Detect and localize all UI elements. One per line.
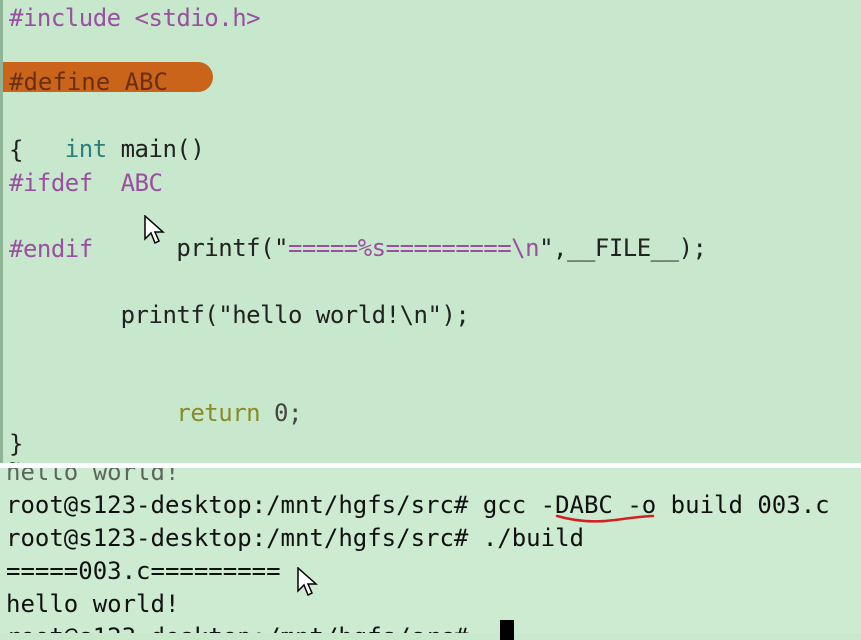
printf-call-start: printf(" <box>64 234 288 262</box>
code-line-return: return 0; <box>9 365 302 427</box>
empty-line-marker: ~ <box>9 455 20 464</box>
terminal-pane[interactable]: hello world! root@s123-desktop:/mnt/hgfs… <box>0 468 861 633</box>
terminal-line-prompt[interactable]: root@s123-desktop:/mnt/hgfs/src# <box>6 621 483 633</box>
code-editor[interactable]: #include <stdio.h> #define ABC int main(… <box>0 0 861 463</box>
terminal-line-gcc-command: root@s123-desktop:/mnt/hgfs/src# gcc -DA… <box>6 491 830 519</box>
terminal-line-hello-output: hello world! <box>6 590 180 618</box>
code-line-printf-hello: printf("hello world!\n"); <box>9 301 470 329</box>
format-string: =====%s=========\n <box>287 234 540 262</box>
terminal-line-run-command: root@s123-desktop:/mnt/hgfs/src# ./build <box>6 524 584 552</box>
main-signature: main() <box>106 135 205 163</box>
mouse-pointer-icon <box>297 567 318 597</box>
code-line-include: #include <stdio.h> <box>9 4 261 32</box>
terminal-line-file-output: =====003.c========= <box>6 557 281 585</box>
code-line-printf-file: printf("=====%s=========\n",__FILE__); <box>9 200 707 262</box>
code-line-endif: #endif <box>9 235 93 263</box>
return-value: 0; <box>260 399 302 427</box>
keyword-return: return <box>64 399 261 427</box>
keyword-int: int <box>64 135 107 163</box>
terminal-cursor <box>500 620 514 640</box>
code-line-open-brace: { <box>9 136 23 164</box>
code-line-ifdef: #ifdef ABC <box>9 169 163 197</box>
code-line-main: int main() <box>9 101 205 163</box>
mouse-pointer-icon <box>144 215 165 245</box>
printf-call-end: ",__FILE__); <box>539 234 707 262</box>
red-underline-annotation <box>555 514 655 523</box>
terminal-line-previous-output: hello world! <box>6 468 180 486</box>
code-line-define: #define ABC <box>9 68 168 96</box>
